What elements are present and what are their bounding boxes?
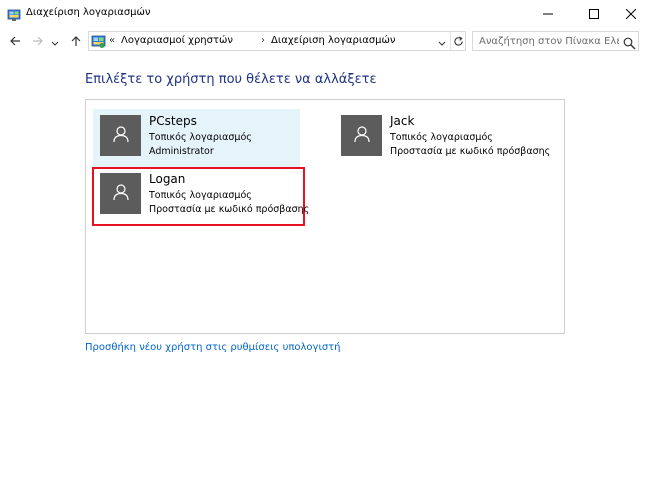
avatar: [100, 115, 141, 156]
up-button[interactable]: [67, 32, 85, 50]
user-icon: [353, 125, 371, 147]
user-account-type: Τοπικός λογαριασμός: [390, 132, 493, 143]
window-title: Διαχείριση λογαριασμών: [26, 7, 151, 18]
user-card-logan[interactable]: Logan Τοπικός λογαριασμός Προστασία με κ…: [92, 167, 309, 226]
control-panel-icon: [91, 34, 106, 49]
refresh-button[interactable]: [450, 32, 466, 50]
user-account-type: Τοπικός λογαριασμός: [149, 132, 252, 143]
breadcrumb-manage-accounts[interactable]: Διαχείριση λογαριασμών: [271, 35, 396, 46]
breadcrumb-user-accounts[interactable]: Λογαριασμοί χρηστών: [121, 35, 233, 46]
user-password-status: Προστασία με κωδικό πρόσβασης: [390, 146, 551, 157]
overflow-chevron[interactable]: «: [109, 35, 115, 46]
user-account-type: Τοπικός λογαριασμός: [149, 190, 252, 201]
user-card-jack[interactable]: Jack Τοπικός λογαριασμός Προστασία με κω…: [334, 109, 550, 169]
add-user-link[interactable]: Προσθήκη νέου χρήστη στις ρυθμίσεις υπολ…: [85, 342, 341, 353]
recent-locations-button[interactable]: [49, 32, 61, 50]
arrow-left-icon: [9, 32, 21, 51]
arrow-up-icon: [70, 32, 82, 51]
user-role: Administrator: [149, 146, 214, 157]
user-accounts-panel: PCsteps Τοπικός λογαριασμός Administrato…: [85, 99, 565, 334]
arrow-right-icon: [32, 32, 44, 51]
forward-button[interactable]: [29, 32, 47, 50]
search-box[interactable]: [472, 31, 639, 51]
minimize-icon: [543, 9, 553, 19]
address-dropdown-button[interactable]: [435, 33, 449, 49]
maximize-button[interactable]: [572, 0, 616, 28]
address-bar[interactable]: « Λογαριασμοί χρηστών › Διαχείριση λογαρ…: [88, 31, 466, 51]
chevron-down-icon: [51, 32, 59, 51]
user-name: Logan: [149, 172, 186, 186]
maximize-icon: [589, 9, 599, 19]
chevron-down-icon: [438, 32, 446, 51]
user-icon: [112, 183, 130, 205]
user-name: Jack: [390, 114, 415, 128]
user-icon: [112, 125, 130, 147]
avatar: [100, 173, 141, 214]
search-input[interactable]: [479, 34, 619, 48]
breadcrumb-separator[interactable]: ›: [261, 35, 265, 46]
control-panel-icon: [7, 7, 21, 21]
user-password-status: Προστασία με κωδικό πρόσβασης: [149, 204, 310, 215]
title-bar: Διαχείριση λογαριασμών: [0, 0, 650, 28]
back-button[interactable]: [6, 32, 24, 50]
close-button[interactable]: [612, 0, 650, 28]
avatar: [341, 115, 382, 156]
close-icon: [626, 9, 636, 19]
refresh-icon: [453, 32, 464, 51]
page-heading: Επιλέξτε το χρήστη που θέλετε να αλλάξετ…: [85, 72, 377, 87]
minimize-button[interactable]: [526, 0, 570, 28]
search-icon[interactable]: [623, 35, 636, 50]
user-card-pcsteps[interactable]: PCsteps Τοπικός λογαριασμός Administrato…: [93, 109, 300, 169]
user-name: PCsteps: [149, 114, 197, 128]
navigation-bar: « Λογαριασμοί χρηστών › Διαχείριση λογαρ…: [0, 28, 650, 54]
